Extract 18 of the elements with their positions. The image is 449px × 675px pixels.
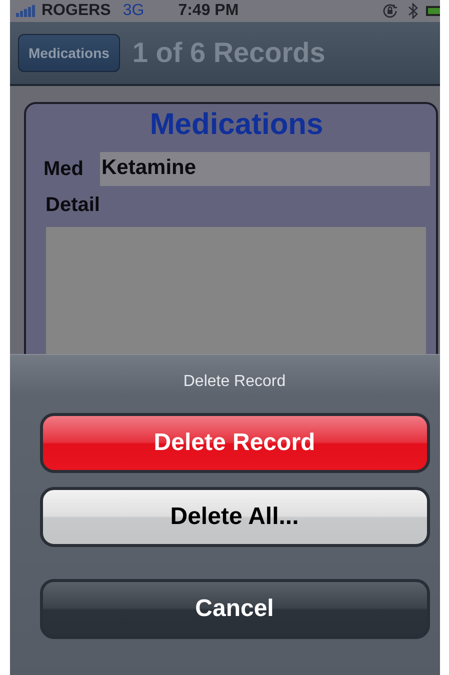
field-label: Med bbox=[44, 158, 84, 180]
input-field[interactable]: Ketamine bbox=[100, 152, 430, 186]
rotation-lock-icon bbox=[382, 3, 400, 19]
back-button[interactable]: Medications bbox=[18, 34, 120, 72]
cancel-button[interactable]: Cancel bbox=[40, 579, 430, 639]
clock-time: 7:49 PM bbox=[178, 2, 239, 20]
delete-button[interactable]: Delete Record bbox=[40, 413, 430, 473]
network-type: 3G bbox=[122, 2, 144, 20]
field-label: Detail bbox=[46, 194, 101, 217]
battery-icon bbox=[426, 6, 440, 16]
nav-title: 1 of 6 Records bbox=[132, 37, 326, 69]
signal-icon bbox=[16, 5, 38, 17]
bluetooth-icon bbox=[408, 3, 418, 19]
delete-button[interactable]: Delete All... bbox=[40, 487, 430, 547]
carrier-name: ROGERS bbox=[42, 2, 111, 20]
sheet-title: Delete Record bbox=[182, 373, 287, 391]
text-area[interactable] bbox=[46, 227, 426, 354]
form-title: Medications bbox=[148, 108, 324, 142]
